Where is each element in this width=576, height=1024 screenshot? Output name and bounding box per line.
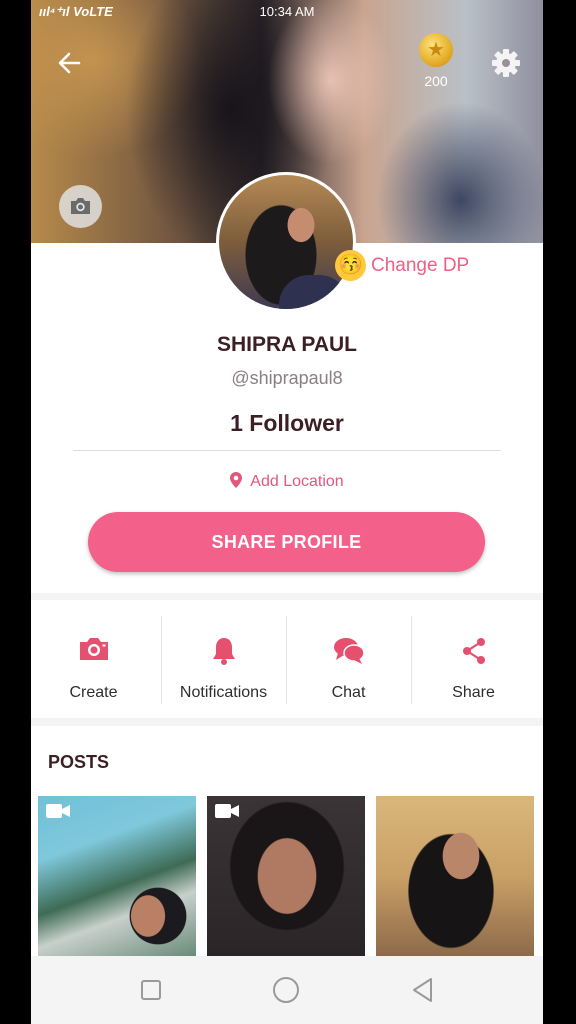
settings-button[interactable] — [489, 46, 523, 80]
divider — [73, 450, 501, 451]
bell-icon — [212, 638, 235, 665]
add-location-link[interactable]: Add Location — [31, 472, 543, 491]
triangle-back-icon — [413, 978, 432, 1002]
recents-button[interactable] — [135, 974, 167, 1006]
gear-icon — [492, 49, 520, 77]
camera-icon — [79, 638, 108, 660]
system-nav-bar — [31, 956, 543, 1024]
share-button[interactable]: Share — [411, 600, 536, 718]
posts-section: POSTS — [31, 726, 543, 966]
square-icon — [141, 980, 161, 1000]
avatar-figure — [279, 275, 349, 309]
kiss-emoji-icon: 😚 — [335, 250, 366, 281]
notifications-label: Notifications — [179, 684, 268, 701]
chat-label: Chat — [331, 684, 366, 701]
profile-handle: @shiprapaul8 — [231, 368, 343, 388]
circle-icon — [273, 977, 299, 1003]
profile-screen: ııl⁴⁺ıl VoLTE 10:34 AM ★ 200 😚 Change DP… — [31, 0, 543, 1024]
change-cover-button[interactable] — [59, 185, 102, 228]
create-button[interactable]: Create — [31, 600, 156, 718]
video-icon — [46, 804, 70, 818]
share-icon — [462, 638, 485, 664]
change-dp-link[interactable]: Change DP — [371, 255, 469, 277]
profile-name: SHIPRA PAUL — [216, 333, 357, 356]
coin-button[interactable]: ★ — [419, 33, 453, 67]
post-thumbnail[interactable] — [376, 796, 534, 956]
video-icon — [215, 804, 239, 818]
status-bar: ııl⁴⁺ıl VoLTE 10:34 AM — [31, 0, 543, 24]
followers-count[interactable]: 1 Follower — [31, 410, 543, 437]
chat-bubbles-icon — [333, 638, 365, 664]
chat-button[interactable]: Chat — [286, 600, 411, 718]
post-thumbnail[interactable] — [207, 796, 365, 956]
share-profile-button[interactable]: SHARE PROFILE — [88, 512, 485, 572]
location-pin-icon — [230, 472, 243, 488]
posts-title: POSTS — [48, 752, 110, 772]
action-bar: Create Notifications Chat Share — [31, 600, 543, 718]
star-coin-icon: ★ — [427, 39, 445, 61]
share-label: Share — [452, 684, 495, 701]
camera-icon — [71, 198, 90, 214]
status-time: 10:34 AM — [259, 4, 315, 19]
back-button[interactable] — [51, 44, 89, 82]
create-label: Create — [69, 684, 118, 701]
add-location-label: Add Location — [250, 473, 344, 490]
post-thumbnail[interactable] — [38, 796, 196, 956]
notifications-button[interactable]: Notifications — [161, 600, 286, 718]
back-arrow-icon — [58, 52, 81, 74]
coin-count: 200 — [424, 73, 448, 89]
home-button[interactable] — [270, 974, 302, 1006]
back-nav-button[interactable] — [407, 974, 439, 1006]
profile-avatar[interactable] — [216, 172, 356, 312]
